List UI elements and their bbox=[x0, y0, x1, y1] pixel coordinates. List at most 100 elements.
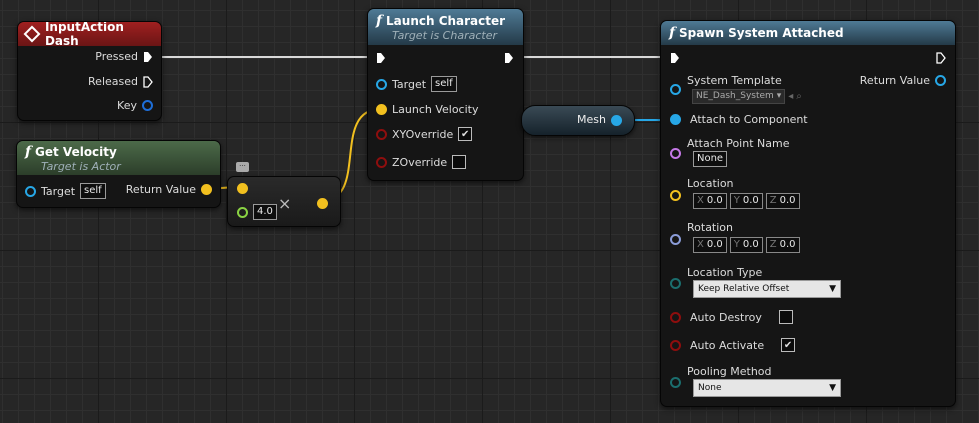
multiply-vector-in-pin[interactable] bbox=[237, 183, 248, 194]
comment-bubble-icon[interactable]: ··· bbox=[236, 162, 249, 172]
mesh-out-pin[interactable] bbox=[611, 115, 622, 126]
xy-override-pin[interactable]: XYOverride ✔ bbox=[376, 127, 473, 141]
launch-target-label: Target bbox=[392, 77, 427, 91]
object-pin-icon bbox=[25, 185, 36, 197]
get-velocity-title: Get Velocity bbox=[35, 144, 117, 159]
rotation-z-field[interactable]: Z 0.0 bbox=[765, 237, 800, 253]
spawn-return-pin[interactable]: Return Value bbox=[860, 74, 946, 87]
input-action-dash-node[interactable]: InputAction Dash Pressed Released Key bbox=[17, 21, 162, 121]
pressed-label: Pressed bbox=[95, 50, 138, 63]
browse-search-icon[interactable]: ⌕ bbox=[796, 91, 802, 102]
z-override-checkbox[interactable] bbox=[452, 155, 467, 169]
target-self-box[interactable]: self bbox=[80, 183, 106, 199]
bool-pin-icon bbox=[670, 339, 681, 351]
get-velocity-header: f Get Velocity Target is Actor bbox=[17, 141, 220, 175]
location-x-field[interactable]: X 0.0 bbox=[693, 193, 727, 209]
mesh-variable-node[interactable]: Mesh bbox=[521, 105, 635, 136]
location-type-value: Keep Relative Offset bbox=[698, 284, 790, 294]
object-pin-icon bbox=[376, 78, 387, 90]
z-override-label: ZOverride bbox=[392, 155, 448, 169]
spawn-exec-in-icon[interactable] bbox=[670, 52, 680, 64]
launch-character-node[interactable]: f Launch Character Target is Character Ta… bbox=[367, 8, 524, 181]
vector-pin-icon bbox=[201, 184, 212, 195]
rotation-label: Rotation bbox=[687, 221, 734, 234]
rotation-pin-icon[interactable] bbox=[670, 234, 681, 245]
system-template-asset[interactable]: NE_Dash_System ▾ ◂ ⌕ bbox=[692, 89, 802, 104]
pooling-label: Pooling Method bbox=[687, 365, 772, 378]
multiply-float-pin[interactable]: 4.0 bbox=[237, 204, 277, 220]
location-type-label: Location Type bbox=[687, 266, 763, 279]
launch-target-self-box[interactable]: self bbox=[431, 76, 457, 92]
input-action-header: InputAction Dash bbox=[18, 22, 161, 48]
rotation-x-field[interactable]: X 0.0 bbox=[693, 237, 727, 253]
attach-point-input[interactable]: None bbox=[693, 151, 728, 167]
spawn-exec-out-icon[interactable] bbox=[936, 52, 946, 64]
xy-override-label: XYOverride bbox=[392, 127, 454, 141]
xy-override-checkbox[interactable]: ✔ bbox=[458, 127, 473, 141]
launch-exec-out-icon[interactable] bbox=[504, 52, 514, 64]
location-vector-fields[interactable]: X 0.0 Y 0.0 Z 0.0 bbox=[693, 193, 800, 209]
key-label: Key bbox=[117, 99, 137, 112]
get-velocity-node[interactable]: f Get Velocity Target is Actor Target sel… bbox=[16, 140, 221, 208]
multiply-node[interactable]: 4.0 × bbox=[227, 176, 341, 227]
vector-pin-icon bbox=[376, 104, 387, 115]
bool-pin-icon bbox=[670, 311, 681, 323]
launch-subtitle: Target is Character bbox=[392, 28, 497, 42]
launch-target-pin[interactable]: Target self bbox=[376, 76, 457, 92]
float-pin-icon bbox=[237, 206, 248, 218]
auto-activate-pin[interactable]: Auto Activate ✔ bbox=[670, 338, 796, 352]
pooling-dropdown[interactable]: None ▼ bbox=[693, 379, 841, 397]
location-pin-icon[interactable] bbox=[670, 190, 681, 201]
dropdown-arrow-icon: ▼ bbox=[829, 284, 836, 294]
pooling-value: None bbox=[698, 383, 722, 393]
launch-velocity-label: Launch Velocity bbox=[392, 103, 479, 116]
object-pin-icon bbox=[935, 75, 946, 86]
system-template-dropdown[interactable]: NE_Dash_System ▾ bbox=[692, 89, 786, 104]
launch-velocity-pin[interactable]: Launch Velocity bbox=[376, 103, 478, 116]
target-label: Target bbox=[41, 184, 76, 198]
spawn-return-label: Return Value bbox=[859, 74, 930, 87]
location-label: Location bbox=[687, 177, 734, 190]
released-pin[interactable]: Released bbox=[88, 75, 153, 88]
auto-destroy-label: Auto Destroy bbox=[690, 310, 762, 324]
location-z-field[interactable]: Z 0.0 bbox=[765, 193, 800, 209]
key-struct-icon bbox=[142, 100, 153, 111]
dropdown-arrow-icon: ▼ bbox=[829, 383, 836, 393]
attach-component-pin[interactable]: Attach to Component bbox=[670, 113, 808, 126]
use-selected-arrow-icon[interactable]: ◂ bbox=[788, 91, 793, 102]
rotation-y-field[interactable]: Y 0.0 bbox=[729, 237, 763, 253]
auto-destroy-checkbox[interactable] bbox=[778, 310, 793, 324]
pressed-pin[interactable]: Pressed bbox=[95, 50, 153, 63]
spawn-title: Spawn System Attached bbox=[679, 26, 844, 40]
z-override-pin[interactable]: ZOverride bbox=[376, 155, 467, 169]
rotation-vector-fields[interactable]: X 0.0 Y 0.0 Z 0.0 bbox=[693, 237, 800, 253]
exec-outline-icon bbox=[143, 75, 153, 88]
location-y-field[interactable]: Y 0.0 bbox=[729, 193, 763, 209]
mesh-label: Mesh bbox=[577, 113, 606, 126]
released-label: Released bbox=[88, 75, 138, 88]
get-velocity-return-pin[interactable]: Return Value bbox=[126, 183, 212, 196]
multiply-out-pin[interactable] bbox=[317, 198, 328, 209]
return-value-label: Return Value bbox=[125, 183, 196, 196]
get-velocity-target-pin[interactable]: Target self bbox=[25, 183, 106, 199]
attach-component-label: Attach to Component bbox=[690, 113, 808, 126]
name-pin-icon[interactable] bbox=[670, 148, 681, 159]
auto-activate-checkbox[interactable]: ✔ bbox=[781, 338, 796, 352]
function-icon: f bbox=[25, 143, 32, 160]
spawn-system-attached-node[interactable]: f Spawn System Attached System Template N… bbox=[660, 20, 956, 407]
auto-destroy-pin[interactable]: Auto Destroy bbox=[670, 310, 793, 324]
spawn-header: f Spawn System Attached bbox=[661, 21, 955, 45]
system-template-pin-icon[interactable] bbox=[670, 84, 681, 95]
multiply-icon: × bbox=[278, 194, 292, 213]
object-pin-icon bbox=[670, 114, 681, 125]
system-template-value: NE_Dash_System bbox=[696, 91, 774, 101]
exec-filled-icon bbox=[144, 51, 152, 62]
key-pin[interactable]: Key bbox=[117, 99, 153, 112]
location-type-dropdown[interactable]: Keep Relative Offset ▼ bbox=[693, 280, 841, 298]
system-template-label: System Template bbox=[687, 74, 782, 87]
enum-pin-icon[interactable] bbox=[670, 278, 681, 289]
function-icon: f bbox=[376, 12, 383, 29]
launch-exec-in-icon[interactable] bbox=[376, 52, 386, 64]
multiply-value-box[interactable]: 4.0 bbox=[253, 204, 277, 220]
enum-pin-icon[interactable] bbox=[670, 377, 681, 388]
